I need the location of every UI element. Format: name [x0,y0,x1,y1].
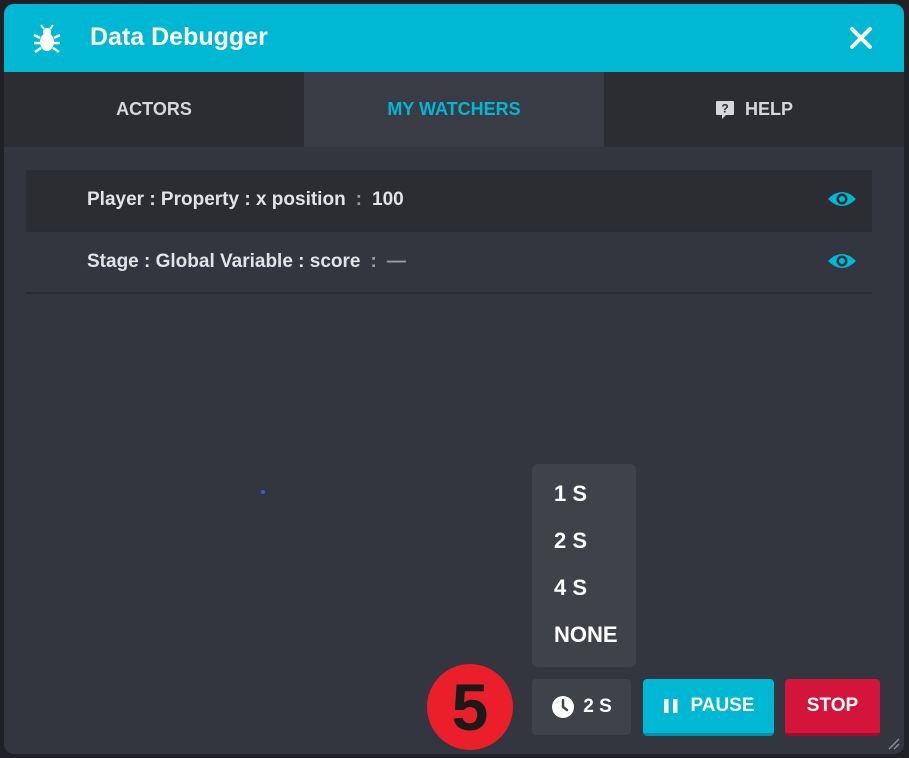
watcher-row: Stage : Global Variable : score: — [26,232,872,294]
tab-help[interactable]: ? HELP [604,72,904,147]
window-title: Data Debugger [90,23,268,51]
stop-button[interactable]: STOP [785,679,880,736]
eye-icon[interactable] [827,251,857,271]
interval-value: 2 S [583,696,612,717]
tab-my-watchers[interactable]: MY WATCHERS [304,72,604,147]
tab-my-watchers-label: MY WATCHERS [387,99,521,119]
watcher-value: 100 [372,189,404,210]
watcher-list: Player : Property : x position:100 Stage… [26,170,872,294]
pause-icon [664,699,678,713]
watcher-name: Stage : Global Variable : score [87,251,361,272]
watcher-separator: : [355,189,362,210]
step-number-badge: 5 [427,664,513,750]
pause-button[interactable]: PAUSE [643,679,774,736]
clock-icon [552,696,575,718]
pause-label: PAUSE [690,695,755,716]
watcher-value: — [386,251,406,272]
title-bar: Data Debugger [4,4,904,72]
interval-option-2s[interactable]: 2 S [554,527,587,555]
tab-bar: ACTORS MY WATCHERS ? HELP [4,72,904,147]
resize-grip-icon[interactable] [886,736,900,750]
tab-actors-label: ACTORS [116,99,192,119]
watcher-separator: : [370,251,377,272]
tab-help-label: HELP [744,99,793,119]
help-icon: ? [715,100,734,119]
bug-icon [33,24,61,54]
interval-dropdown-menu: 1 S 2 S 4 S NONE [532,464,636,667]
interval-option-4s[interactable]: 4 S [554,574,587,602]
tab-actors[interactable]: ACTORS [4,72,304,147]
svg-text:?: ? [721,101,728,115]
stray-dot [261,490,265,494]
data-debugger-window: Data Debugger ACTORS MY WATCHERS ? HELP … [4,4,904,754]
close-icon[interactable] [849,26,873,50]
interval-button[interactable]: 2 S [532,679,631,735]
interval-option-none[interactable]: NONE [554,621,618,649]
watcher-name: Player : Property : x position [87,189,346,210]
watcher-row: Player : Property : x position:100 [26,170,872,232]
eye-icon[interactable] [827,189,857,209]
interval-option-1s[interactable]: 1 S [554,480,587,508]
stop-label: STOP [806,695,859,716]
